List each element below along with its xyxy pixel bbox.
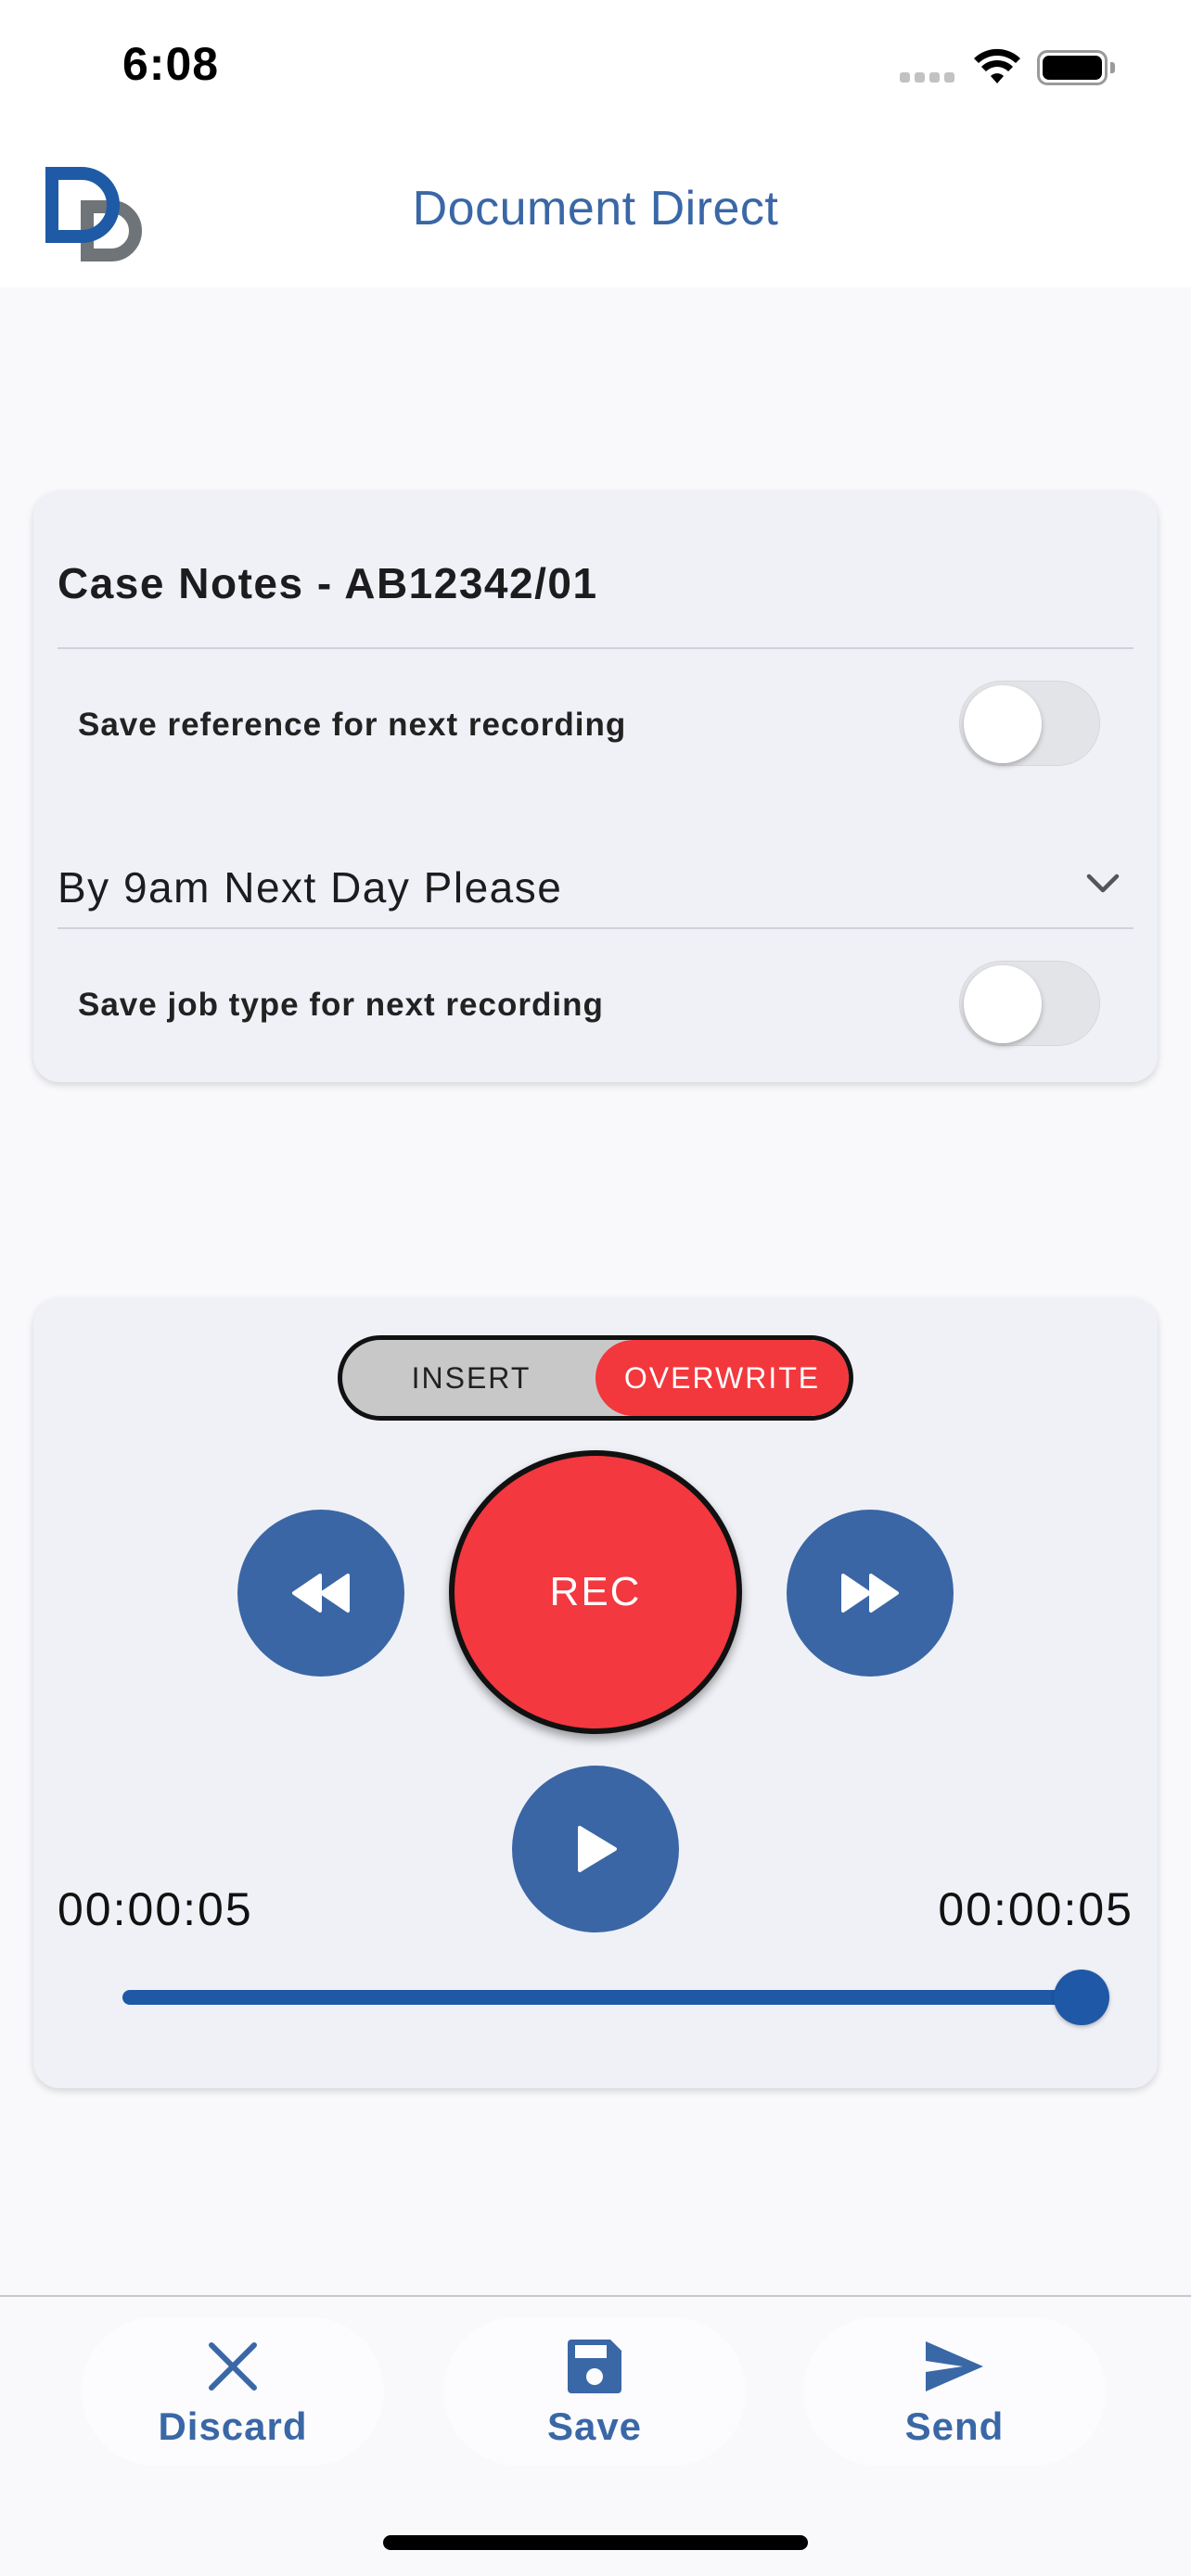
battery-icon xyxy=(1037,50,1115,85)
reference-field[interactable]: Case Notes - AB12342/01 xyxy=(58,558,598,608)
save-job-type-toggle[interactable] xyxy=(959,961,1100,1046)
insert-overwrite-toggle[interactable]: INSERT OVERWRITE xyxy=(338,1335,853,1421)
playback-slider-fill xyxy=(122,1990,1082,2005)
record-button[interactable]: REC xyxy=(449,1450,742,1734)
send-label: Send xyxy=(904,2404,1005,2448)
mode-overwrite-option[interactable]: OVERWRITE xyxy=(596,1340,849,1416)
save-job-type-label: Save job type for next recording xyxy=(78,987,604,1023)
app-title: Document Direct xyxy=(412,182,779,236)
floppy-disk-icon xyxy=(568,2340,621,2393)
elapsed-time: 00:00:05 xyxy=(58,1883,253,1935)
send-button[interactable]: Send xyxy=(803,2317,1106,2466)
fast-forward-icon xyxy=(841,1574,899,1613)
play-icon xyxy=(578,1826,617,1872)
close-icon xyxy=(209,2342,257,2391)
chevron-down-icon xyxy=(1086,874,1120,893)
save-button[interactable]: Save xyxy=(443,2317,746,2466)
status-time: 6:08 xyxy=(122,38,220,90)
playback-slider[interactable] xyxy=(122,1970,1109,2025)
total-time: 00:00:05 xyxy=(938,1883,1133,1935)
job-type-value: By 9am Next Day Please xyxy=(58,863,563,912)
home-indicator xyxy=(383,2535,808,2550)
save-label: Save xyxy=(546,2404,643,2448)
bottom-action-bar: Discard Save Send xyxy=(0,2295,1191,2576)
job-type-dropdown[interactable]: By 9am Next Day Please xyxy=(58,851,1133,925)
play-button[interactable] xyxy=(512,1766,679,1932)
rewind-icon xyxy=(292,1574,350,1613)
fast-forward-button[interactable] xyxy=(787,1510,954,1677)
discard-label: Discard xyxy=(158,2404,308,2448)
recording-settings-card: Case Notes - AB12342/01 Save reference f… xyxy=(33,491,1158,1082)
app-header: Document Direct xyxy=(0,134,1191,287)
save-reference-toggle[interactable] xyxy=(959,681,1100,766)
discard-button[interactable]: Discard xyxy=(82,2317,384,2466)
toggle-knob xyxy=(964,965,1042,1043)
mode-insert-option[interactable]: INSERT xyxy=(342,1340,600,1416)
rewind-button[interactable] xyxy=(237,1510,404,1677)
playback-slider-thumb[interactable] xyxy=(1054,1970,1109,2025)
divider xyxy=(58,647,1133,649)
recorder-card: INSERT OVERWRITE REC 00:00:05 00:00:05 xyxy=(33,1298,1158,2088)
record-label: REC xyxy=(549,1569,642,1614)
send-icon xyxy=(926,2341,983,2391)
divider xyxy=(58,927,1133,929)
cellular-signal-icon xyxy=(900,72,955,83)
save-reference-label: Save reference for next recording xyxy=(78,707,627,743)
toggle-knob xyxy=(964,685,1042,763)
wifi-icon xyxy=(974,48,1020,83)
status-bar: 6:08 xyxy=(0,0,1191,134)
